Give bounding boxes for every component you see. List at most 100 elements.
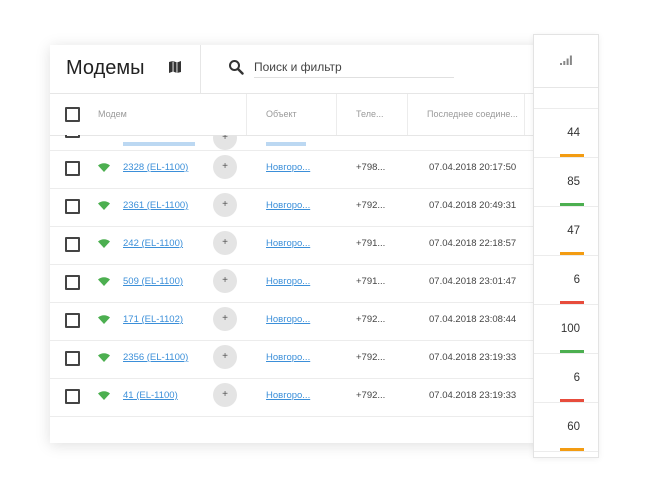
signal-cell: 85 bbox=[534, 158, 598, 207]
modem-link[interactable]: 41 (EL-1100) bbox=[123, 390, 178, 401]
modem-link[interactable]: 171 (EL-1102) bbox=[123, 314, 183, 325]
row-checkbox[interactable] bbox=[65, 389, 80, 404]
modem-link[interactable]: 2328 (EL-1100) bbox=[123, 162, 188, 173]
add-button[interactable]: + bbox=[213, 345, 237, 369]
last-connection-cell: 07.04.2018 22:18:57 bbox=[429, 238, 517, 249]
row-checkbox[interactable] bbox=[65, 275, 80, 290]
modem-link[interactable]: 242 (EL-1100) bbox=[123, 238, 183, 249]
column-phone[interactable]: Теле... bbox=[356, 109, 383, 119]
wifi-icon bbox=[98, 277, 110, 286]
phone-cell: +792... bbox=[356, 200, 386, 211]
table-row[interactable]: 509 (EL-1100) + Новгоро... +791... 07.04… bbox=[50, 264, 550, 303]
modem-link[interactable]: 2361 (EL-1100) bbox=[123, 200, 188, 211]
last-connection-cell: 07.04.2018 20:17:50 bbox=[429, 162, 517, 173]
table-row[interactable]: 2328 (EL-1100) + Новгоро... +798... 07.0… bbox=[50, 150, 550, 189]
column-divider bbox=[524, 94, 525, 135]
signal-bar bbox=[560, 203, 584, 206]
add-button[interactable]: + bbox=[213, 269, 237, 293]
row-checkbox[interactable] bbox=[65, 351, 80, 366]
object-link[interactable]: Новгоро... bbox=[266, 352, 310, 363]
signal-bar bbox=[560, 399, 584, 402]
add-button[interactable]: + bbox=[213, 231, 237, 255]
phone-cell: +798... bbox=[356, 162, 386, 173]
signal-strength-icon[interactable] bbox=[560, 55, 572, 65]
page-title: Модемы bbox=[66, 57, 145, 79]
signal-value: 85 bbox=[567, 176, 580, 188]
phone-cell: +792... bbox=[356, 314, 386, 325]
signal-header bbox=[534, 35, 598, 88]
signal-strength-panel: 44 85 47 6 100 6 60 bbox=[533, 34, 599, 458]
last-connection-cell: 07.04.2018 20:49:31 bbox=[429, 200, 517, 211]
select-all-checkbox[interactable] bbox=[65, 107, 80, 122]
signal-bar bbox=[560, 154, 584, 157]
modem-table-body: + 2328 (EL-1100) + Новгоро... +798... 07… bbox=[50, 135, 550, 425]
object-link-partial[interactable] bbox=[266, 142, 306, 146]
signal-cell: 6 bbox=[534, 256, 598, 305]
modems-panel: Модемы Модем Объект Теле... Последнее со… bbox=[50, 45, 550, 443]
modem-link[interactable]: 2356 (EL-1100) bbox=[123, 352, 188, 363]
column-divider bbox=[407, 94, 408, 135]
table-row-partial[interactable]: + bbox=[50, 135, 550, 151]
object-link[interactable]: Новгоро... bbox=[266, 238, 310, 249]
last-connection-cell: 07.04.2018 23:19:33 bbox=[429, 352, 517, 363]
modem-link-partial[interactable] bbox=[123, 142, 195, 146]
row-checkbox[interactable] bbox=[65, 135, 80, 138]
signal-bar bbox=[560, 252, 584, 255]
map-icon[interactable] bbox=[168, 60, 182, 74]
wifi-icon bbox=[98, 239, 110, 248]
table-row[interactable]: 242 (EL-1100) + Новгоро... +791... 07.04… bbox=[50, 226, 550, 265]
last-connection-cell: 07.04.2018 23:01:47 bbox=[429, 276, 517, 287]
table-row[interactable]: 2361 (EL-1100) + Новгоро... +792... 07.0… bbox=[50, 188, 550, 227]
signal-cell: 6 bbox=[534, 354, 598, 403]
signal-value: 100 bbox=[560, 323, 580, 335]
signal-cell: 47 bbox=[534, 207, 598, 256]
row-checkbox[interactable] bbox=[65, 199, 80, 214]
object-link[interactable]: Новгоро... bbox=[266, 276, 310, 287]
signal-cell: 44 bbox=[534, 109, 598, 158]
last-connection-cell: 07.04.2018 23:19:33 bbox=[429, 390, 517, 401]
column-last-connection[interactable]: Последнее соедине... bbox=[427, 109, 518, 119]
signal-cell: 60 bbox=[534, 403, 598, 452]
object-link[interactable]: Новгоро... bbox=[266, 200, 310, 211]
signal-bar bbox=[560, 301, 584, 304]
signal-bar bbox=[560, 448, 584, 451]
object-link[interactable]: Новгоро... bbox=[266, 314, 310, 325]
phone-cell: +792... bbox=[356, 390, 386, 401]
phone-cell: +791... bbox=[356, 276, 386, 287]
row-checkbox[interactable] bbox=[65, 313, 80, 328]
wifi-icon bbox=[98, 201, 110, 210]
table-row[interactable]: 171 (EL-1102) + Новгоро... +792... 07.04… bbox=[50, 302, 550, 341]
add-button[interactable]: + bbox=[213, 193, 237, 217]
add-button[interactable]: + bbox=[213, 155, 237, 179]
signal-spacer bbox=[534, 88, 598, 109]
object-link[interactable]: Новгоро... bbox=[266, 390, 310, 401]
column-object[interactable]: Объект bbox=[266, 109, 297, 119]
table-row[interactable]: 41 (EL-1100) + Новгоро... +792... 07.04.… bbox=[50, 378, 550, 417]
panel-header: Модемы bbox=[50, 45, 550, 94]
object-link[interactable]: Новгоро... bbox=[266, 162, 310, 173]
signal-value: 6 bbox=[573, 274, 580, 286]
header-divider bbox=[200, 45, 201, 93]
column-modem[interactable]: Модем bbox=[98, 109, 127, 119]
signal-bar bbox=[560, 350, 584, 353]
row-checkbox[interactable] bbox=[65, 161, 80, 176]
modem-link[interactable]: 509 (EL-1100) bbox=[123, 276, 183, 287]
wifi-icon bbox=[98, 353, 110, 362]
add-button[interactable]: + bbox=[213, 135, 237, 150]
wifi-icon bbox=[98, 315, 110, 324]
search-icon[interactable] bbox=[228, 59, 244, 75]
table-row[interactable]: 2356 (EL-1100) + Новгоро... +792... 07.0… bbox=[50, 340, 550, 379]
row-checkbox[interactable] bbox=[65, 237, 80, 252]
add-button[interactable]: + bbox=[213, 383, 237, 407]
signal-value: 47 bbox=[567, 225, 580, 237]
phone-cell: +792... bbox=[356, 352, 386, 363]
column-divider bbox=[246, 94, 247, 135]
wifi-icon bbox=[98, 163, 110, 172]
search-input[interactable] bbox=[254, 57, 454, 78]
signal-value: 60 bbox=[567, 421, 580, 433]
last-connection-cell: 07.04.2018 23:08:44 bbox=[429, 314, 517, 325]
add-button[interactable]: + bbox=[213, 307, 237, 331]
signal-value: 44 bbox=[567, 127, 580, 139]
signal-cell: 100 bbox=[534, 305, 598, 354]
wifi-icon bbox=[98, 391, 110, 400]
